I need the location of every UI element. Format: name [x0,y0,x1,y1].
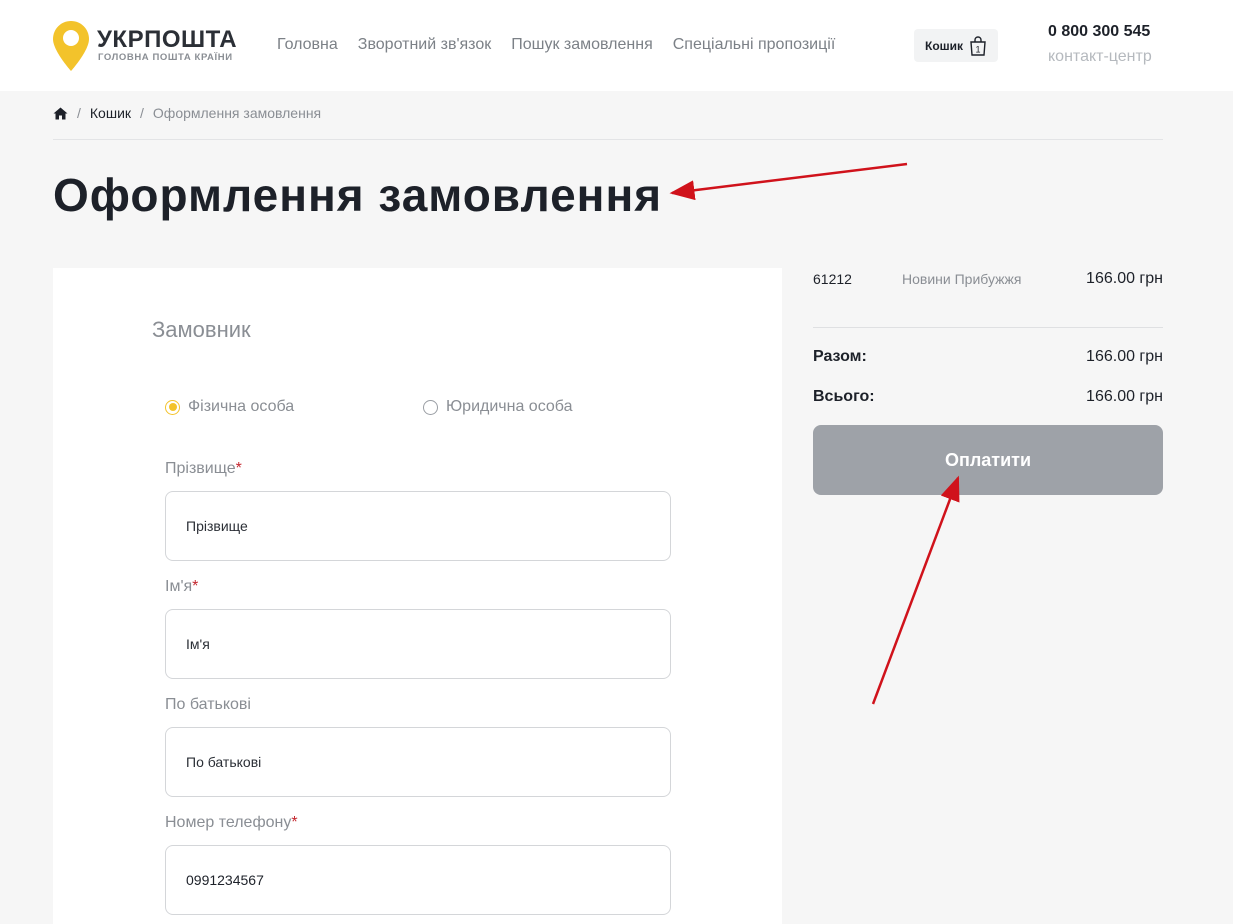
phone-label: Номер телефону* [165,814,298,831]
patronymic-input[interactable] [165,727,671,797]
contact-center-label: контакт-центр [1048,48,1152,65]
breadcrumb-separator: / [77,105,81,121]
breadcrumb-divider [53,139,1163,140]
breadcrumb: / Кошик / Оформлення замовлення [53,105,321,121]
breadcrumb-cart[interactable]: Кошик [90,105,131,121]
radio-button[interactable] [423,399,438,415]
main-nav: Головна Зворотний зв'язок Пошук замовлен… [277,36,835,54]
surname-input[interactable] [165,491,671,561]
breadcrumb-separator: / [140,105,144,121]
location-pin-icon [53,21,89,71]
nav-item-feedback[interactable]: Зворотний зв'язок [358,36,491,54]
subtotal-label: Разом: [813,348,867,365]
nav-item-home[interactable]: Головна [277,36,338,54]
nav-item-special-offers[interactable]: Спеціальні пропозиції [673,36,836,54]
subtotal-value: 166.00 грн [1086,348,1163,365]
nav-item-order-search[interactable]: Пошук замовлення [511,36,653,54]
required-mark: * [192,578,199,595]
item-code: 61212 [813,271,852,287]
required-mark: * [235,460,242,477]
total-value: 166.00 грн [1086,388,1163,405]
phone-number[interactable]: 0 800 300 545 [1048,23,1150,41]
annotation-arrow-pay [871,475,960,705]
pay-button[interactable]: Оплатити [813,425,1163,495]
cart-label: Кошик [925,38,964,53]
phone-input[interactable] [165,845,671,915]
radio-label: Юридична особа [446,398,573,415]
first-name-label: Ім'я* [165,578,199,595]
home-icon[interactable] [53,107,68,120]
shopping-bag-icon: 1 [970,35,986,56]
surname-label: Прізвище* [165,460,242,477]
section-title: Замовник [152,317,251,342]
radio-legal-entity[interactable]: Юридична особа [423,398,572,416]
required-mark: * [291,814,298,831]
item-price: 166.00 грн [1086,270,1163,287]
customer-form-card: Замовник Фізична особа Юридична особа Пр… [53,268,782,924]
page-title: Оформлення замовлення [53,169,663,221]
breadcrumb-current: Оформлення замовлення [152,105,322,121]
annotation-arrow-title [669,162,908,201]
radio-individual[interactable]: Фізична особа [165,398,294,416]
first-name-input[interactable] [165,609,671,679]
patronymic-label: По батькові [165,696,251,713]
item-name: Новини Прибужжя [902,271,1022,287]
logo-tagline: ГОЛОВНА ПОШТА КРАЇНИ [98,52,233,63]
cart-count: 1 [976,44,981,54]
radio-button-checked[interactable] [165,399,180,415]
cart-button[interactable]: Кошик 1 [914,29,998,62]
site-header: УКРПОШТА ГОЛОВНА ПОШТА КРАЇНИ Головна Зв… [0,0,1233,91]
total-label: Всього: [813,388,875,405]
summary-divider [813,327,1163,328]
radio-label: Фізична особа [188,398,295,415]
logo-name: УКРПОШТА [97,26,238,53]
logo[interactable]: УКРПОШТА ГОЛОВНА ПОШТА КРАЇНИ [52,20,242,72]
